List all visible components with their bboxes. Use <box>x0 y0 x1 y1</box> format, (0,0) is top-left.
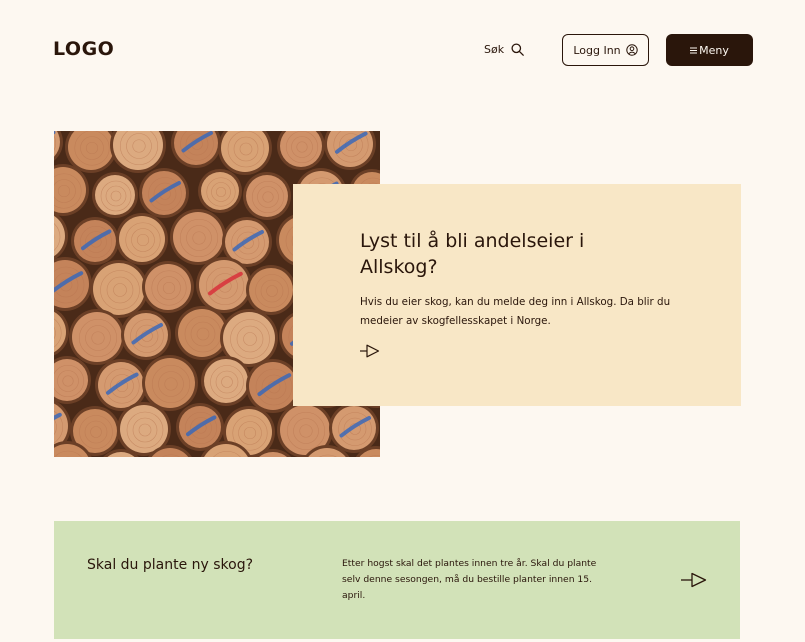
log-end <box>201 356 251 406</box>
log-end <box>246 265 296 315</box>
hero-card: Lyst til å bli andelseier i Allskog? Hvi… <box>293 184 741 406</box>
menu-label: Meny <box>699 43 729 57</box>
log-end <box>246 359 300 413</box>
log-end <box>116 213 168 265</box>
login-button[interactable]: Logg Inn <box>562 34 649 66</box>
log-end <box>71 217 119 265</box>
arrow-right-icon[interactable] <box>360 344 380 358</box>
log-end <box>69 309 125 365</box>
search-icon <box>511 42 524 56</box>
search-label: Søk <box>484 42 505 56</box>
log-end <box>139 168 189 218</box>
logo[interactable]: LOGO <box>53 38 114 60</box>
plant-card[interactable]: Skal du plante ny skog? Etter hogst skal… <box>54 521 740 639</box>
login-label: Logg Inn <box>573 43 621 57</box>
log-end <box>142 355 198 411</box>
log-end <box>92 172 138 218</box>
log-end <box>243 172 291 220</box>
user-circle-icon <box>625 44 638 56</box>
arrow-right-icon[interactable] <box>681 572 707 588</box>
hero-title: Lyst til å bli andelseier i Allskog? <box>360 230 585 278</box>
log-end <box>121 310 171 360</box>
hero-text: Hvis du eier skog, kan du melde deg inn … <box>360 296 671 327</box>
plant-text: Etter hogst skal det plantes innen tre å… <box>342 558 597 601</box>
menu-button[interactable]: Meny <box>666 34 753 66</box>
log-end <box>196 257 252 313</box>
log-end <box>329 403 379 453</box>
search-button[interactable]: Søk <box>484 40 524 58</box>
log-end <box>142 261 194 313</box>
hamburger-icon <box>690 47 698 53</box>
log-end <box>198 169 242 213</box>
plant-title: Skal du plante ny skog? <box>87 557 254 573</box>
log-end <box>170 209 226 265</box>
